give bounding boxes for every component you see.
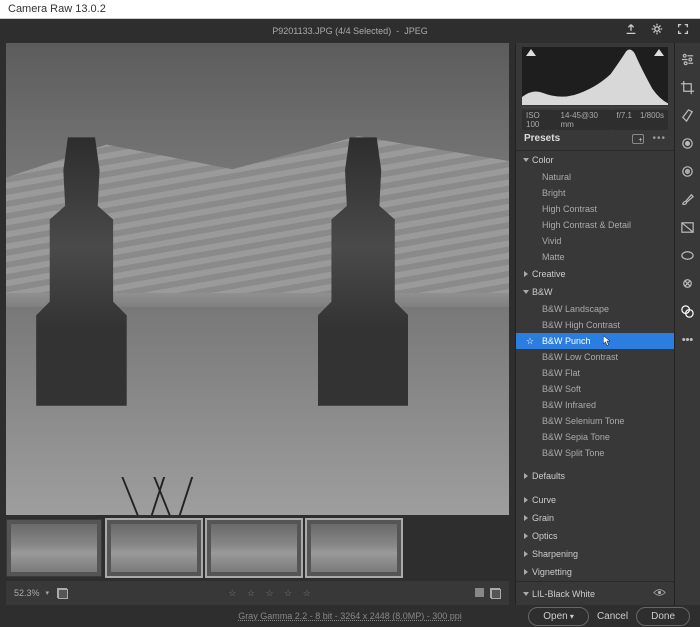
top-bar: P9201133.JPG (4/4 Selected) - JPEG	[0, 19, 700, 43]
eye-icon[interactable]	[653, 588, 666, 599]
preset-item[interactable]: Bright	[516, 185, 674, 201]
image-info[interactable]: Gray Gamma 2.2 - 8 bit - 3264 x 2448 (8.…	[238, 611, 462, 621]
preset-item[interactable]: B&W Low Contrast	[516, 349, 674, 365]
cursor-icon	[602, 335, 612, 347]
zoom-control[interactable]: 52.3% ▾	[14, 588, 49, 598]
app-frame: P9201133.JPG (4/4 Selected) - JPEG	[0, 19, 700, 627]
preset-item[interactable]: B&W Split Tone	[516, 445, 674, 461]
preset-item[interactable]: B&W Sepia Tone	[516, 429, 674, 445]
section-defaults[interactable]: Defaults	[516, 467, 674, 485]
presets-list: Color Natural Bright High Contrast High …	[516, 151, 674, 581]
cancel-button[interactable]: Cancel	[597, 611, 628, 622]
preset-item[interactable]: B&W Infrared	[516, 397, 674, 413]
brush-tool-icon[interactable]	[680, 191, 696, 207]
preset-item[interactable]: B&W Selenium Tone	[516, 413, 674, 429]
target-tool-icon[interactable]	[680, 163, 696, 179]
edit-tool-icon[interactable]	[680, 51, 696, 67]
right-panel: ISO 100 14-45@30 mm f/7.1 1/800s Presets…	[515, 43, 674, 605]
rating-stars[interactable]: ☆ ☆ ☆ ☆ ☆	[76, 588, 467, 599]
thumbnail[interactable]	[206, 519, 302, 577]
section-curve[interactable]: Curve	[516, 491, 674, 509]
window-title-bar: Camera Raw 13.0.2	[0, 0, 700, 19]
canvas-area: 52.3% ▾ ☆ ☆ ☆ ☆ ☆	[0, 43, 515, 605]
presets-tool-icon[interactable]	[680, 303, 696, 319]
fullscreen-icon[interactable]	[676, 22, 690, 41]
create-preset-icon[interactable]: +	[632, 134, 644, 144]
thumbnail[interactable]	[6, 519, 102, 577]
histogram[interactable]: ISO 100 14-45@30 mm f/7.1 1/800s	[516, 43, 674, 127]
section-bw[interactable]: B&W	[516, 283, 674, 301]
gear-icon[interactable]	[650, 22, 664, 41]
thumbnail[interactable]	[106, 519, 202, 577]
aperture-readout: f/7.1	[612, 110, 636, 130]
focal-readout: 14-45@30 mm	[557, 110, 613, 130]
image-preview[interactable]	[6, 43, 509, 515]
section-color[interactable]: Color	[516, 151, 674, 169]
open-button[interactable]: Open	[528, 607, 589, 626]
preset-item[interactable]: B&W Soft	[516, 381, 674, 397]
filmstrip	[6, 515, 509, 581]
section-vignetting[interactable]: Vignetting	[516, 563, 674, 581]
panel-title: Presets	[524, 133, 560, 144]
section-creative[interactable]: Creative	[516, 265, 674, 283]
gradient-tool-icon[interactable]	[680, 219, 696, 235]
preset-item[interactable]: B&W High Contrast	[516, 317, 674, 333]
window-title: Camera Raw 13.0.2	[8, 3, 106, 15]
section-grain[interactable]: Grain	[516, 509, 674, 527]
preset-item[interactable]: Natural	[516, 169, 674, 185]
crop-tool-icon[interactable]	[680, 79, 696, 95]
radial-tool-icon[interactable]	[680, 247, 696, 263]
preset-item[interactable]: Matte	[516, 249, 674, 265]
eye-tool-icon[interactable]	[680, 135, 696, 151]
preset-item[interactable]: Vivid	[516, 233, 674, 249]
preset-item[interactable]: High Contrast	[516, 201, 674, 217]
view-single-icon[interactable]	[475, 588, 484, 597]
section-sharpening[interactable]: Sharpening	[516, 545, 674, 563]
panel-menu-icon[interactable]: •••	[652, 133, 666, 144]
done-button[interactable]: Done	[636, 607, 690, 626]
tool-strip	[674, 43, 700, 605]
user-presets-header[interactable]: LIL-Black White	[516, 581, 674, 605]
iso-readout: ISO 100	[522, 110, 557, 130]
preset-item[interactable]: B&W Landscape	[516, 301, 674, 317]
heal-tool-icon[interactable]	[680, 107, 696, 123]
export-icon[interactable]	[624, 22, 638, 41]
status-bar: Gray Gamma 2.2 - 8 bit - 3264 x 2448 (8.…	[0, 605, 700, 627]
preset-item[interactable]: High Contrast & Detail	[516, 217, 674, 233]
shutter-readout: 1/800s	[636, 110, 668, 130]
redeye-tool-icon[interactable]	[680, 275, 696, 291]
thumbnail[interactable]	[306, 519, 402, 577]
more-tool-icon[interactable]	[680, 331, 696, 347]
preset-item-selected[interactable]: B&W Punch	[516, 333, 674, 349]
section-optics[interactable]: Optics	[516, 527, 674, 545]
view-compare-icon[interactable]	[490, 588, 501, 599]
bottom-bar: 52.3% ▾ ☆ ☆ ☆ ☆ ☆	[6, 581, 509, 605]
fit-icon[interactable]	[57, 588, 68, 599]
preset-item[interactable]: B&W Flat	[516, 365, 674, 381]
filename-display: P9201133.JPG (4/4 Selected) - JPEG	[272, 26, 427, 36]
